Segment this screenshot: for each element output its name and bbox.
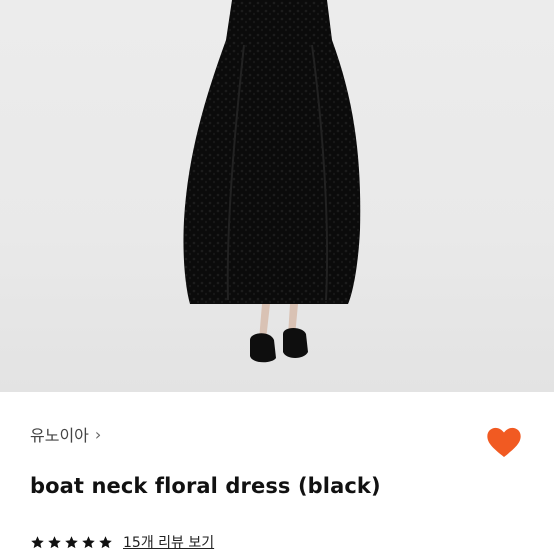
reviews-link[interactable]: 15개 리뷰 보기 — [123, 532, 214, 552]
star-icon — [48, 535, 61, 548]
rating-stars — [30, 535, 113, 550]
product-photo — [0, 0, 554, 392]
seller-link[interactable]: 유노이아 › — [30, 422, 101, 446]
star-icon — [31, 535, 44, 548]
dress-image — [183, 0, 361, 363]
chevron-right-icon: › — [94, 424, 102, 444]
product-info: 유노이아 › boat neck floral dress (black) 15… — [0, 392, 554, 554]
star-icon — [82, 535, 95, 548]
favorite-heart-icon[interactable] — [484, 422, 524, 462]
star-icon — [65, 535, 78, 548]
star-icon — [99, 535, 112, 548]
product-title: boat neck floral dress (black) — [30, 474, 381, 498]
seller-name: 유노이아 — [30, 426, 89, 445]
rating-row: 15개 리뷰 보기 — [30, 532, 214, 552]
